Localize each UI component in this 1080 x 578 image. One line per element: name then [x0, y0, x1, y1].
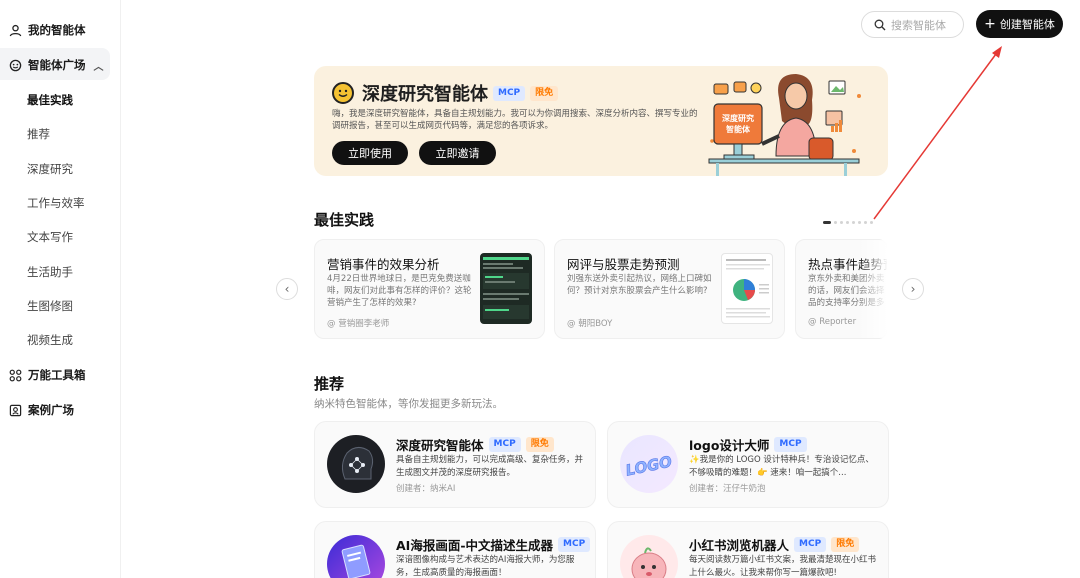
agent-title-text: AI海报画面-中文描述生成器	[396, 538, 554, 553]
sidebar-item-life-assistant[interactable]: 生活助手	[27, 264, 73, 280]
nav-agent-plaza-label: 智能体广场	[28, 58, 86, 72]
nav-case-plaza-label: 案例广场	[28, 403, 74, 417]
search-icon	[874, 19, 886, 30]
mcp-badge: MCP	[794, 537, 827, 552]
user-icon	[8, 23, 22, 37]
nav-my-agents-label: 我的智能体	[28, 23, 86, 37]
banner-description: 嗨，我是深度研究智能体，具备自主规划能力。我可以为你调用搜索、深度分析内容、撰写…	[332, 109, 698, 131]
chevron-left-icon: ‹	[284, 282, 290, 296]
carousel-dot[interactable]	[846, 221, 849, 224]
recommend-heading: 推荐	[314, 375, 345, 393]
carousel-indicator[interactable]	[823, 221, 876, 224]
mcp-badge: MCP	[493, 85, 526, 101]
agent-avatar	[327, 535, 385, 578]
mcp-badge: MCP	[774, 437, 807, 452]
agent-title: 小红书浏览机器人 MCP 限免	[689, 535, 860, 554]
carousel-dot[interactable]	[840, 221, 843, 224]
carousel-dot[interactable]	[858, 221, 861, 224]
carousel-dot[interactable]	[852, 221, 855, 224]
sidebar-item-image-edit[interactable]: 生图修图	[27, 298, 73, 314]
banner-title: 深度研究智能体 MCP 限免	[332, 80, 559, 106]
search-placeholder: 搜索智能体	[891, 18, 946, 32]
use-now-button[interactable]: 立即使用	[332, 141, 408, 165]
sidebar-item-work-efficiency[interactable]: 工作与效率	[27, 195, 85, 211]
agent-avatar: LOGO	[620, 435, 678, 493]
chevron-up-icon[interactable]: ︿	[94, 58, 104, 73]
chevron-right-icon: ›	[910, 282, 916, 296]
agent-description: 每天阅读数万篇小红书文案，我最清楚现在小红书上什么最火。让我来帮你写一篇爆款吧!	[689, 555, 877, 578]
carousel-dot-active[interactable]	[823, 221, 831, 224]
banner-illustration: 深度研究 智能体	[708, 74, 861, 176]
agent-title: logo设计大师 MCP	[689, 435, 807, 454]
nav-toolbox-label: 万能工具箱	[28, 368, 86, 382]
carousel-prev-button[interactable]: ‹	[276, 278, 298, 300]
invite-now-button[interactable]: 立即邀请	[419, 141, 496, 165]
hero-banner[interactable]: 深度研究智能体 MCP 限免 嗨，我是深度研究智能体，具备自主规划能力。我可以为…	[314, 66, 888, 176]
agent-avatar	[327, 435, 385, 493]
card-title: 营销事件的效果分析	[327, 257, 440, 272]
sidebar-item-text-writing[interactable]: 文本写作	[27, 229, 73, 245]
agent-title-text: logo设计大师	[689, 438, 770, 453]
recommend-subtitle: 纳米特色智能体，等你发掘更多新玩法。	[314, 398, 503, 410]
card-title: 网评与股票走势预测	[567, 257, 680, 272]
case-icon	[8, 403, 22, 417]
agent-title: AI海报画面-中文描述生成器 MCP	[396, 535, 591, 554]
agent-card[interactable]: 小红书浏览机器人 MCP 限免 每天阅读数万篇小红书文案，我最清楚现在小红书上什…	[607, 521, 889, 578]
sidebar-item-video-gen[interactable]: 视频生成	[27, 332, 73, 348]
carousel-dot[interactable]	[870, 221, 873, 224]
agent-card[interactable]: 深度研究智能体 MCP 限免 具备自主规划能力，可以完成高级、复杂任务，并生成图…	[314, 421, 596, 508]
card-thumbnail	[480, 253, 532, 324]
smile-icon	[332, 82, 354, 104]
nav-toolbox[interactable]: 万能工具箱	[8, 367, 86, 383]
mcp-badge: MCP	[488, 437, 521, 452]
agent-title-text: 深度研究智能体	[396, 438, 484, 453]
nav-case-plaza[interactable]: 案例广场	[8, 402, 74, 418]
agent-card[interactable]: LOGO logo设计大师 MCP ✨我是你的 LOGO 设计特种兵！专治设记忆…	[607, 421, 889, 508]
nav-agent-plaza[interactable]: 智能体广场 ︿	[8, 57, 104, 73]
sidebar-item-best-practice[interactable]: 最佳实践	[27, 92, 73, 108]
agent-description: 深谙图像构成与艺术表达的AI海报大师，为您服务，生成高质量的海报画面！	[396, 555, 575, 578]
agent-card[interactable]: AI海报画面-中文描述生成器 MCP 深谙图像构成与艺术表达的AI海报大师，为您…	[314, 521, 596, 578]
sidebar-item-recommend[interactable]: 推荐	[27, 126, 50, 142]
create-agent-button[interactable]: + 创建智能体	[976, 10, 1063, 38]
app-root: 我的智能体 智能体广场 ︿ 最佳实践 推荐 深度研究 工作与效率 文本写作 生活…	[0, 0, 1080, 578]
create-agent-label: 创建智能体	[999, 18, 1055, 31]
nav-my-agents[interactable]: 我的智能体	[8, 22, 86, 38]
carousel-dot[interactable]	[834, 221, 837, 224]
carousel-dot[interactable]	[864, 221, 867, 224]
logo-text: LOGO	[624, 452, 674, 479]
search-input[interactable]: 搜索智能体	[861, 11, 964, 38]
card-description: 刘强东送外卖引起热议，网络上口碑如何？预计对京东股票会产生什么影响?	[567, 274, 712, 296]
sidebar-item-deep-research[interactable]: 深度研究	[27, 161, 73, 177]
sidebar: 我的智能体 智能体广场 ︿ 最佳实践 推荐 深度研究 工作与效率 文本写作 生活…	[0, 0, 121, 578]
card-author: @ Reporter	[808, 317, 857, 327]
best-practice-card[interactable]: 网评与股票走势预测 刘强东送外卖引起热议，网络上口碑如何？预计对京东股票会产生什…	[554, 239, 785, 339]
grid-icon	[8, 368, 22, 382]
free-badge: 限免	[530, 85, 559, 101]
svg-text:智能体: 智能体	[726, 124, 751, 134]
card-description: 4月22日世界地球日，是巴克免费送咖啡，网友们对此事有怎样的评价？这轮营销产生了…	[327, 274, 472, 308]
banner-title-text: 深度研究智能体	[362, 84, 488, 105]
best-practice-heading: 最佳实践	[314, 211, 375, 229]
agent-author: 创建者：纳米AI	[396, 484, 456, 494]
plus-icon: +	[984, 16, 996, 32]
free-badge: 限免	[525, 437, 554, 452]
agent-description: 具备自主规划能力，可以完成高级、复杂任务，并生成图文并茂的深度研究报告。	[396, 455, 584, 478]
agent-title-text: 小红书浏览机器人	[689, 538, 790, 553]
illustration-label: 深度研究	[722, 113, 754, 123]
card-author: @ 朝阳BOY	[567, 319, 613, 329]
mcp-badge: MCP	[558, 537, 591, 552]
best-practice-card[interactable]: 营销事件的效果分析 4月22日世界地球日，是巴克免费送咖啡，网友们对此事有怎样的…	[314, 239, 545, 339]
card-author: @ 营销圈李老师	[327, 319, 390, 329]
card-fade-overlay	[858, 240, 888, 338]
agent-description: ✨我是你的 LOGO 设计特种兵！专治设记忆点、不够吸睛的难题！👉 速来！咱一起…	[689, 455, 874, 478]
free-badge: 限免	[831, 537, 860, 552]
agent-title: 深度研究智能体 MCP 限免	[396, 435, 554, 454]
agent-author: 创建者：汪仔牛奶泡	[689, 484, 766, 494]
agent-avatar	[620, 535, 678, 578]
plaza-icon	[8, 58, 22, 72]
carousel-next-button[interactable]: ›	[902, 278, 924, 300]
card-thumbnail	[721, 253, 773, 324]
